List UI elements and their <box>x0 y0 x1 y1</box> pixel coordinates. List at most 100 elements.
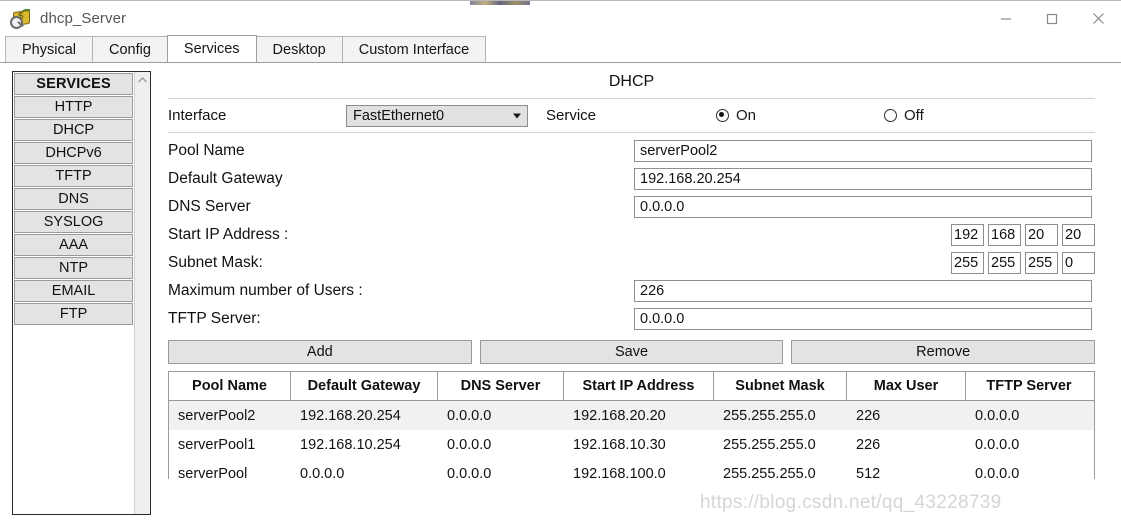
default-gateway-input[interactable]: 192.168.20.254 <box>634 167 1092 190</box>
cell-max-user: 512 <box>856 465 881 480</box>
tab-services[interactable]: Services <box>166 35 257 62</box>
cell-dns-server: 0.0.0.0 <box>447 465 492 480</box>
service-off-label: Off <box>904 107 924 124</box>
cell-max-user: 226 <box>856 407 881 424</box>
cell-start-ip-address: 192.168.20.20 <box>573 407 666 424</box>
cell-tftp-server: 0.0.0.0 <box>975 436 1020 453</box>
cell-subnet-mask: 255.255.255.0 <box>723 465 816 480</box>
start-ip-octet-2[interactable]: 168 <box>988 223 1021 246</box>
default-gateway-row: Default Gateway 192.168.20.254 <box>168 166 1095 191</box>
minimize-icon[interactable] <box>983 1 1029 37</box>
table-row[interactable]: serverPool 0.0.0.0 0.0.0.0 192.168.100.0… <box>169 459 1094 480</box>
sidebar-item-dhcpv6[interactable]: DHCPv6 <box>14 142 134 164</box>
sidebar-item-dhcp[interactable]: DHCP <box>14 119 134 141</box>
cell-tftp-server: 0.0.0.0 <box>975 465 1020 480</box>
cell-default-gateway: 0.0.0.0 <box>300 465 345 480</box>
window-title: dhcp_Server <box>40 10 127 27</box>
start-ip-octet-4[interactable]: 20 <box>1062 223 1095 246</box>
sidebar-item-email[interactable]: EMAIL <box>14 280 134 302</box>
start-ip-octet-1[interactable]: 192 <box>951 223 984 246</box>
sidebar-wrapper: SERVICES HTTP DHCP DHCPv6 TFTP DNS SYSLO… <box>0 63 160 522</box>
sidebar-item-dns[interactable]: DNS <box>14 188 134 210</box>
cell-dns-server: 0.0.0.0 <box>447 407 492 424</box>
cell-dns-server: 0.0.0.0 <box>447 436 492 453</box>
column-header-dns-server: DNS Server <box>438 372 564 400</box>
column-header-start-ip-address: Start IP Address <box>564 372 714 400</box>
cell-start-ip-address: 192.168.10.30 <box>573 436 666 453</box>
tab-bar: Physical Config Services Desktop Custom … <box>0 35 1121 63</box>
table-row[interactable]: serverPool2 192.168.20.254 0.0.0.0 192.1… <box>169 401 1094 430</box>
cell-default-gateway: 192.168.20.254 <box>300 407 401 424</box>
service-off-option[interactable]: Off <box>884 107 924 124</box>
maximize-icon[interactable] <box>1029 1 1075 37</box>
subnet-mask-octet-3[interactable]: 255 <box>1025 251 1058 274</box>
tab-desktop[interactable]: Desktop <box>255 36 343 62</box>
sidebar-item-http[interactable]: HTTP <box>14 96 134 118</box>
column-header-subnet-mask: Subnet Mask <box>714 372 847 400</box>
cell-subnet-mask: 255.255.255.0 <box>723 436 816 453</box>
tab-custom-interface[interactable]: Custom Interface <box>341 36 487 62</box>
subnet-mask-octet-4[interactable]: 0 <box>1062 251 1095 274</box>
dns-server-label: DNS Server <box>168 197 251 215</box>
service-label: Service <box>546 107 597 124</box>
chevron-down-icon <box>513 113 521 118</box>
cell-pool-name: serverPool1 <box>178 436 256 453</box>
dhcp-panel: DHCP Interface FastEthernet0 Service On … <box>160 63 1121 522</box>
start-ip-row: Start IP Address : 192 168 20 20 <box>168 222 1095 247</box>
save-button[interactable]: Save <box>479 340 784 364</box>
window-titlebar: dhcp_Server <box>0 0 1121 36</box>
service-on-label: On <box>736 107 757 124</box>
tab-physical[interactable]: Physical <box>5 36 93 62</box>
tftp-server-row: TFTP Server: 0.0.0.0 <box>168 306 1095 331</box>
pool-name-input[interactable]: serverPool2 <box>634 139 1092 162</box>
cell-default-gateway: 192.168.10.254 <box>300 436 401 453</box>
subnet-mask-label: Subnet Mask: <box>168 253 263 271</box>
action-buttons: Add Save Remove <box>168 340 1096 364</box>
sidebar-scrollbar[interactable] <box>134 72 150 514</box>
tftp-server-input[interactable]: 0.0.0.0 <box>634 307 1092 330</box>
radio-on-icon[interactable] <box>716 109 729 122</box>
sidebar-item-ntp[interactable]: NTP <box>14 257 134 279</box>
dhcp-pool-table: Pool Name Default Gateway DNS Server Sta… <box>168 371 1095 479</box>
max-users-label: Maximum number of Users : <box>168 281 363 299</box>
tab-config[interactable]: Config <box>92 36 168 62</box>
page-title: DHCP <box>608 73 655 90</box>
subnet-mask-octets: 255 255 255 0 <box>951 251 1095 274</box>
dns-server-input[interactable]: 0.0.0.0 <box>634 195 1092 218</box>
tftp-server-label: TFTP Server: <box>168 309 261 327</box>
interface-select[interactable]: FastEthernet0 <box>346 104 528 127</box>
interface-row: Interface FastEthernet0 Service On Off <box>168 99 1095 132</box>
interface-label: Interface <box>168 107 227 124</box>
sidebar-item-aaa[interactable]: AAA <box>14 234 134 256</box>
sidebar-item-syslog[interactable]: SYSLOG <box>14 211 134 233</box>
services-sidebar: SERVICES HTTP DHCP DHCPv6 TFTP DNS SYSLO… <box>12 71 151 515</box>
column-header-max-user: Max User <box>847 372 966 400</box>
add-button[interactable]: Add <box>168 340 472 364</box>
cell-max-user: 226 <box>856 436 881 453</box>
sidebar-item-ftp[interactable]: FTP <box>14 303 134 325</box>
service-on-option[interactable]: On <box>716 107 756 124</box>
start-ip-octets: 192 168 20 20 <box>951 223 1095 246</box>
column-header-default-gateway: Default Gateway <box>291 372 438 400</box>
close-icon[interactable] <box>1075 1 1121 37</box>
work-area: SERVICES HTTP DHCP DHCPv6 TFTP DNS SYSLO… <box>0 63 1121 522</box>
cell-subnet-mask: 255.255.255.0 <box>723 407 816 424</box>
dns-server-row: DNS Server 0.0.0.0 <box>168 194 1095 219</box>
radio-off-icon[interactable] <box>884 109 898 122</box>
subnet-mask-row: Subnet Mask: 255 255 255 0 <box>168 250 1095 275</box>
title-artifact <box>470 1 530 5</box>
max-users-input[interactable]: 226 <box>634 279 1092 302</box>
cell-pool-name: serverPool2 <box>178 407 256 424</box>
sidebar-header-services: SERVICES <box>14 73 134 95</box>
remove-button[interactable]: Remove <box>791 340 1096 364</box>
column-header-tftp-server: TFTP Server <box>986 378 1072 394</box>
window-controls <box>983 1 1121 37</box>
services-list: SERVICES HTTP DHCP DHCPv6 TFTP DNS SYSLO… <box>13 72 134 514</box>
subnet-mask-octet-2[interactable]: 255 <box>988 251 1021 274</box>
chevron-up-icon[interactable] <box>135 73 150 87</box>
sidebar-item-tftp[interactable]: TFTP <box>14 165 134 187</box>
start-ip-octet-3[interactable]: 20 <box>1025 223 1058 246</box>
cell-pool-name: serverPool <box>178 465 248 480</box>
subnet-mask-octet-1[interactable]: 255 <box>951 251 984 274</box>
table-row[interactable]: serverPool1 192.168.10.254 0.0.0.0 192.1… <box>169 430 1094 459</box>
